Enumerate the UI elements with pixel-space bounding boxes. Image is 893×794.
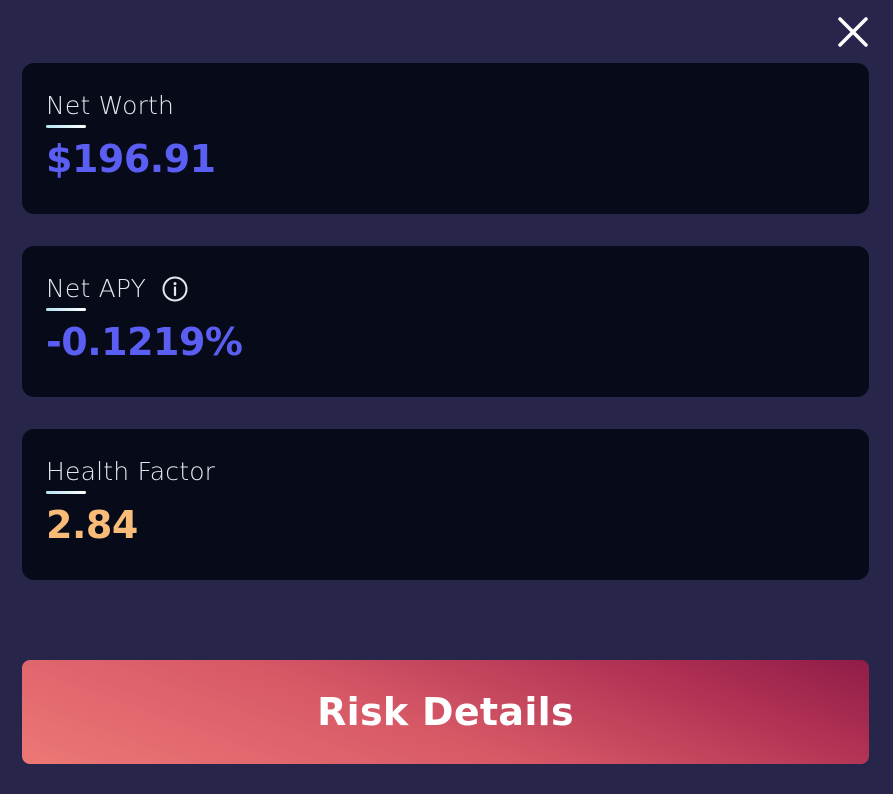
account-summary-panel: Net Worth $196.91 Net APY -0.1219% Healt… — [0, 0, 893, 794]
health-factor-underline — [46, 491, 86, 494]
net-worth-underline — [46, 125, 86, 128]
net-worth-value: $196.91 — [46, 137, 216, 181]
health-factor-label-row: Health Factor — [46, 455, 215, 489]
net-apy-underline — [46, 308, 86, 311]
health-factor-card: Health Factor 2.84 — [22, 429, 869, 580]
info-icon[interactable] — [160, 274, 190, 304]
health-factor-value: 2.84 — [46, 503, 138, 547]
net-worth-card: Net Worth $196.91 — [22, 63, 869, 214]
net-apy-label: Net APY — [46, 274, 147, 303]
close-icon — [835, 14, 871, 50]
close-button[interactable] — [835, 14, 871, 50]
health-factor-label: Health Factor — [46, 457, 216, 486]
risk-details-button[interactable]: Risk Details — [22, 660, 869, 764]
net-worth-label-row: Net Worth — [46, 89, 174, 123]
net-apy-card: Net APY -0.1219% — [22, 246, 869, 397]
risk-details-label: Risk Details — [317, 690, 574, 734]
net-apy-value: -0.1219% — [46, 320, 243, 364]
net-worth-label: Net Worth — [46, 91, 175, 120]
net-apy-label-row: Net APY — [46, 272, 190, 306]
